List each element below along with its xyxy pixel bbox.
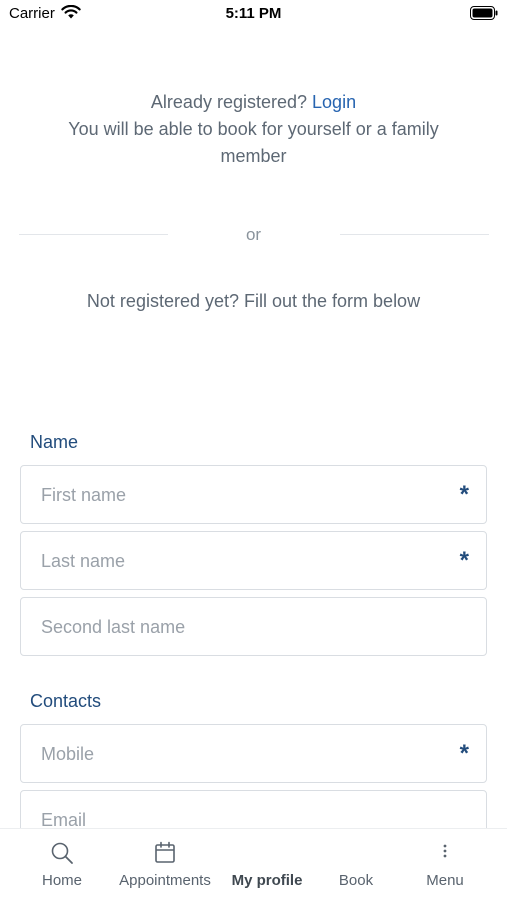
last-name-placeholder: Last name <box>41 551 126 571</box>
status-bar: Carrier 5:11 PM <box>0 0 507 28</box>
calendar-icon <box>155 841 175 863</box>
second-last-name-field[interactable]: Second last name <box>20 597 487 656</box>
tab-menu[interactable]: Menu <box>405 829 485 900</box>
required-marker: * <box>459 547 469 574</box>
tab-my-profile-label: My profile <box>231 872 303 889</box>
battery-icon <box>470 6 498 20</box>
last-name-field[interactable]: Last name * <box>20 531 487 590</box>
contacts-section-title: Contacts <box>30 691 102 711</box>
tab-home[interactable]: Home <box>22 829 102 900</box>
first-name-field[interactable]: First name * <box>20 465 487 524</box>
mobile-field[interactable]: Mobile * <box>20 724 487 783</box>
tab-my-profile[interactable]: My profile <box>222 829 312 900</box>
mobile-placeholder: Mobile <box>41 744 95 764</box>
status-time: 5:11 PM <box>225 5 282 22</box>
more-vertical-icon <box>443 844 447 858</box>
search-icon <box>51 842 73 864</box>
second-last-name-placeholder: Second last name <box>41 617 186 637</box>
required-marker: * <box>459 740 469 767</box>
booking-note: You will be able to book for yourself or… <box>68 119 439 166</box>
required-marker: * <box>459 481 469 508</box>
tab-menu-label: Menu <box>426 872 464 889</box>
login-link[interactable]: Login <box>312 92 356 112</box>
tab-book[interactable]: Book <box>320 829 392 900</box>
tab-bar: Home Appointments My profile Book Menu <box>0 828 507 900</box>
first-name-placeholder: First name <box>41 485 127 505</box>
divider-right <box>340 234 489 235</box>
tab-appointments[interactable]: Appointments <box>110 829 220 900</box>
tab-appointments-label: Appointments <box>119 872 211 889</box>
or-separator: or <box>245 225 262 244</box>
already-registered-text: Already registered? <box>150 92 308 112</box>
intro-text: Already registered? Login You will be ab… <box>40 89 467 170</box>
not-registered-text: Not registered yet? Fill out the form be… <box>86 291 421 311</box>
name-section-title: Name <box>30 432 79 452</box>
tab-book-label: Book <box>338 872 374 889</box>
tab-home-label: Home <box>41 872 82 889</box>
